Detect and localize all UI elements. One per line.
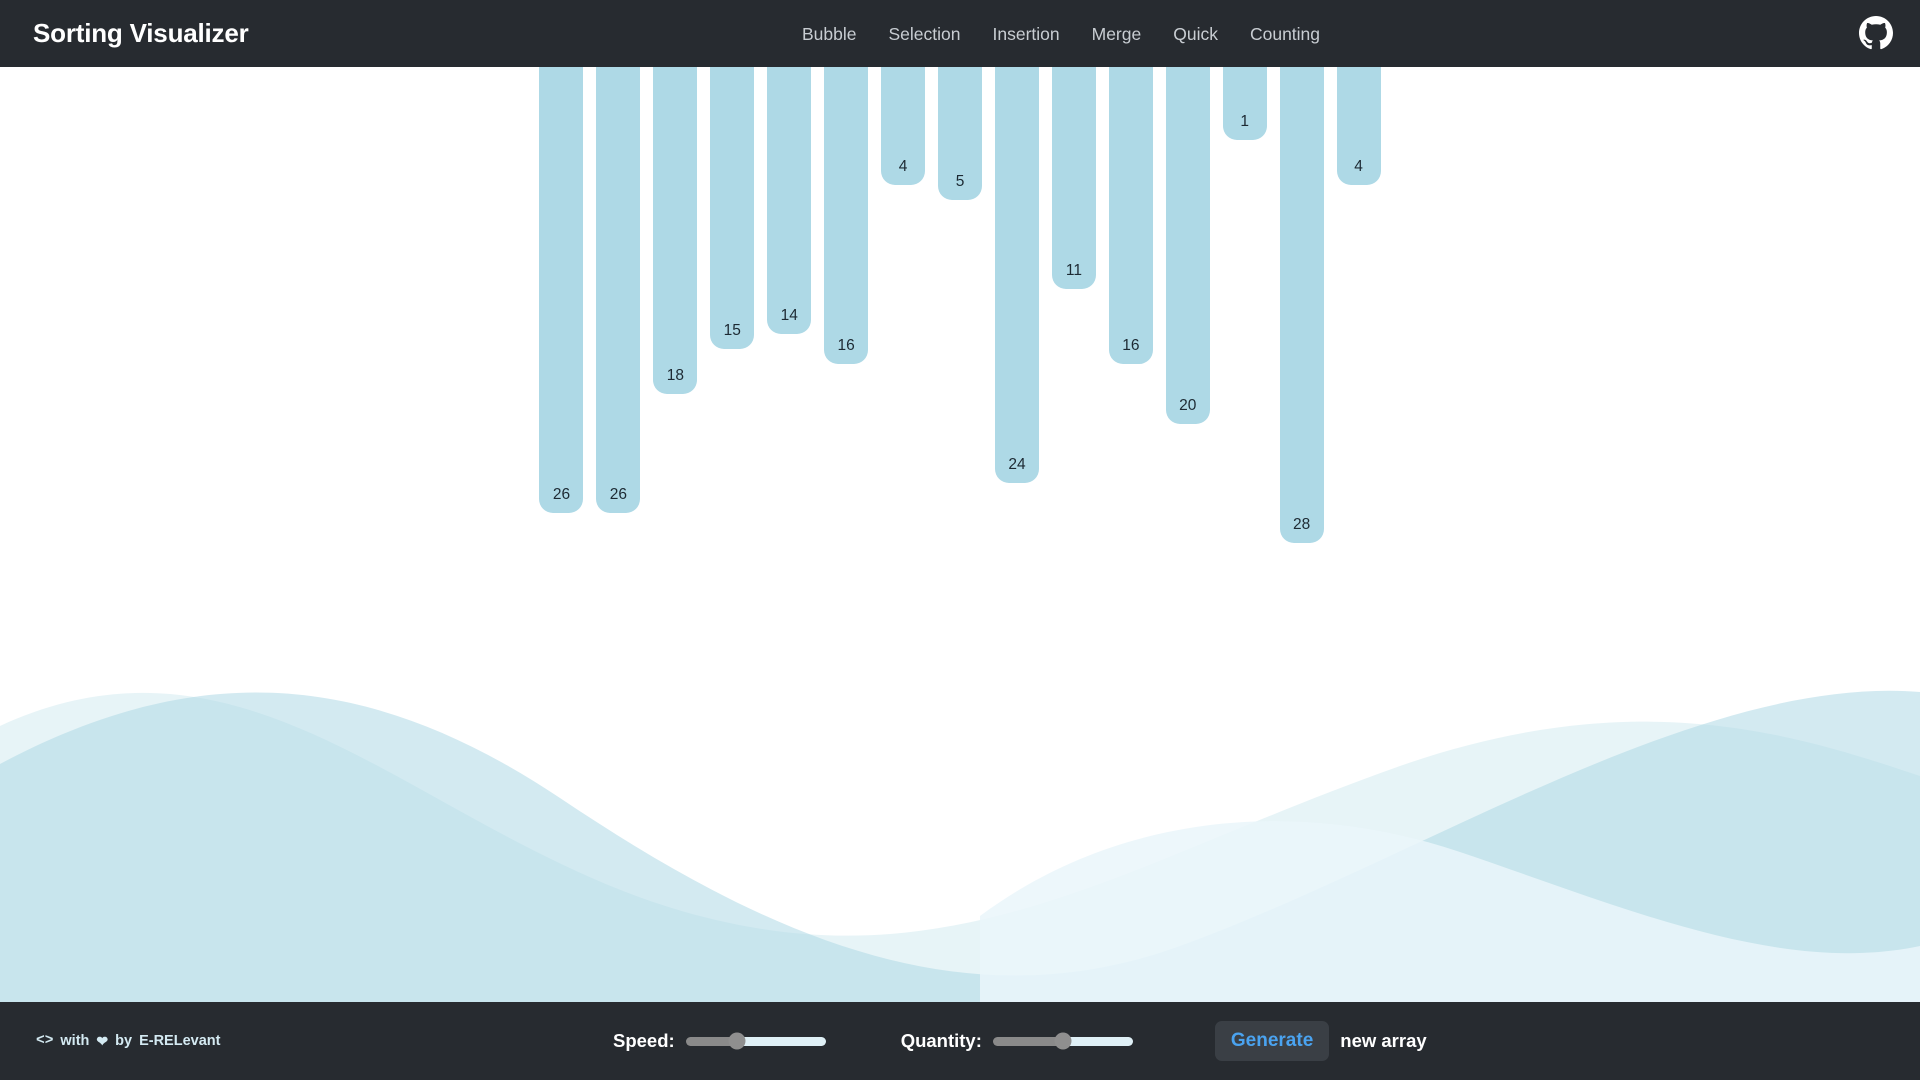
array-bar-cell: 4 [1330,53,1387,185]
nav-item-insertion[interactable]: Insertion [977,21,1076,47]
controls-bar: Speed: Quantity: Generate new array [613,1018,1427,1064]
speed-slider-thumb[interactable] [728,1032,746,1050]
quantity-control: Quantity: [901,1030,1133,1052]
array-bar-value: 26 [609,486,628,504]
credit-with-text: with [60,1033,90,1049]
array-bar-value: 26 [552,486,571,504]
array-bar-cell: 16 [1102,53,1159,364]
decorative-waves [0,616,1920,1036]
array-bar: 4 [881,53,926,185]
nav-item-counting[interactable]: Counting [1234,21,1336,47]
credit-by-text: by [115,1033,133,1049]
array-bar: 11 [1051,53,1096,290]
array-bar-cell: 24 [989,53,1046,484]
speed-label: Speed: [613,1030,675,1051]
array-bars-row: 26 26 18 15 14 16 4 5 24 11 16 20 1 28 4 [533,53,1387,613]
heart-icon: ❤ [96,1033,109,1049]
array-bar-cell: 16 [818,53,875,364]
array-bar: 14 [767,53,812,334]
array-bar-cell: 26 [533,53,590,514]
footer-bar: <> with ❤ by E-RELevant Speed: Quantity: [0,1002,1920,1080]
quantity-label: Quantity: [900,1030,982,1051]
array-bar-value: 15 [723,321,741,339]
speed-slider[interactable] [685,1032,826,1050]
array-bar: 26 [539,53,584,514]
array-bar-value: 4 [1354,157,1363,175]
array-bar-value: 28 [1293,516,1311,533]
array-bar-value: 16 [837,336,855,354]
quantity-slider-thumb[interactable] [1054,1032,1072,1050]
generate-button[interactable]: Generate [1214,1021,1330,1061]
nav-item-merge[interactable]: Merge [1076,21,1158,47]
array-bar-value: 18 [666,366,684,384]
nav-item-quick[interactable]: Quick [1157,21,1234,47]
wave-svg [0,690,1920,1036]
array-bar-cell: 28 [1273,53,1330,543]
array-bar-value: 1 [1240,112,1250,130]
array-bar-value: 14 [780,307,798,324]
array-bar-cell: 20 [1159,53,1216,424]
generate-control: Generate new array [1214,1021,1427,1061]
array-bar-value: 5 [955,172,965,190]
array-bar-value: 20 [1179,396,1197,414]
nav-item-selection[interactable]: Selection [873,21,977,47]
code-brackets-icon: <> [36,1033,54,1049]
array-bar-value: 11 [1065,262,1082,280]
array-bar: 26 [596,53,641,514]
quantity-slider[interactable] [992,1032,1133,1050]
github-link[interactable] [1857,14,1895,52]
array-bars-chart: 26 26 18 15 14 16 4 5 24 11 16 20 1 28 4 [0,53,1920,637]
page-title: Sorting Visualizer [33,18,249,48]
wave-band-back [0,692,1920,1036]
array-bar-cell: 15 [704,53,761,349]
array-bar: 16 [824,53,869,364]
nav-item-bubble[interactable]: Bubble [786,21,873,47]
array-bar-cell: 26 [590,53,647,514]
wave-band-front [0,690,1920,1036]
speed-control: Speed: [613,1030,826,1052]
generate-suffix-label: new array [1340,1030,1427,1051]
array-bar: 28 [1279,53,1324,543]
github-icon [1859,16,1893,50]
array-bar-value: 16 [1122,336,1140,354]
array-bar-cell: 18 [647,53,704,394]
credit-line: <> with ❤ by E-RELevant [36,1032,220,1050]
nav-links: Bubble Selection Insertion Merge Quick C… [786,21,1336,47]
array-bar-value: 4 [898,157,908,175]
navbar: Sorting Visualizer Bubble Selection Inse… [0,0,1920,67]
array-bar-cell: 5 [932,53,989,200]
credit-author: E-RELevant [139,1033,221,1049]
array-bar-cell: 11 [1045,53,1102,290]
sorting-visualizer-app: Sorting Visualizer Bubble Selection Inse… [0,0,1920,1080]
array-bar: 20 [1165,53,1210,424]
array-bar: 24 [994,53,1039,484]
array-bar: 18 [653,53,698,394]
array-bar: 4 [1336,53,1381,185]
array-bar: 5 [938,53,983,200]
array-bar-cell: 14 [761,53,818,334]
array-bar-cell: 4 [875,53,932,185]
array-bar: 15 [710,53,755,349]
array-bar: 16 [1108,53,1153,364]
array-bar-value: 24 [1008,456,1026,474]
